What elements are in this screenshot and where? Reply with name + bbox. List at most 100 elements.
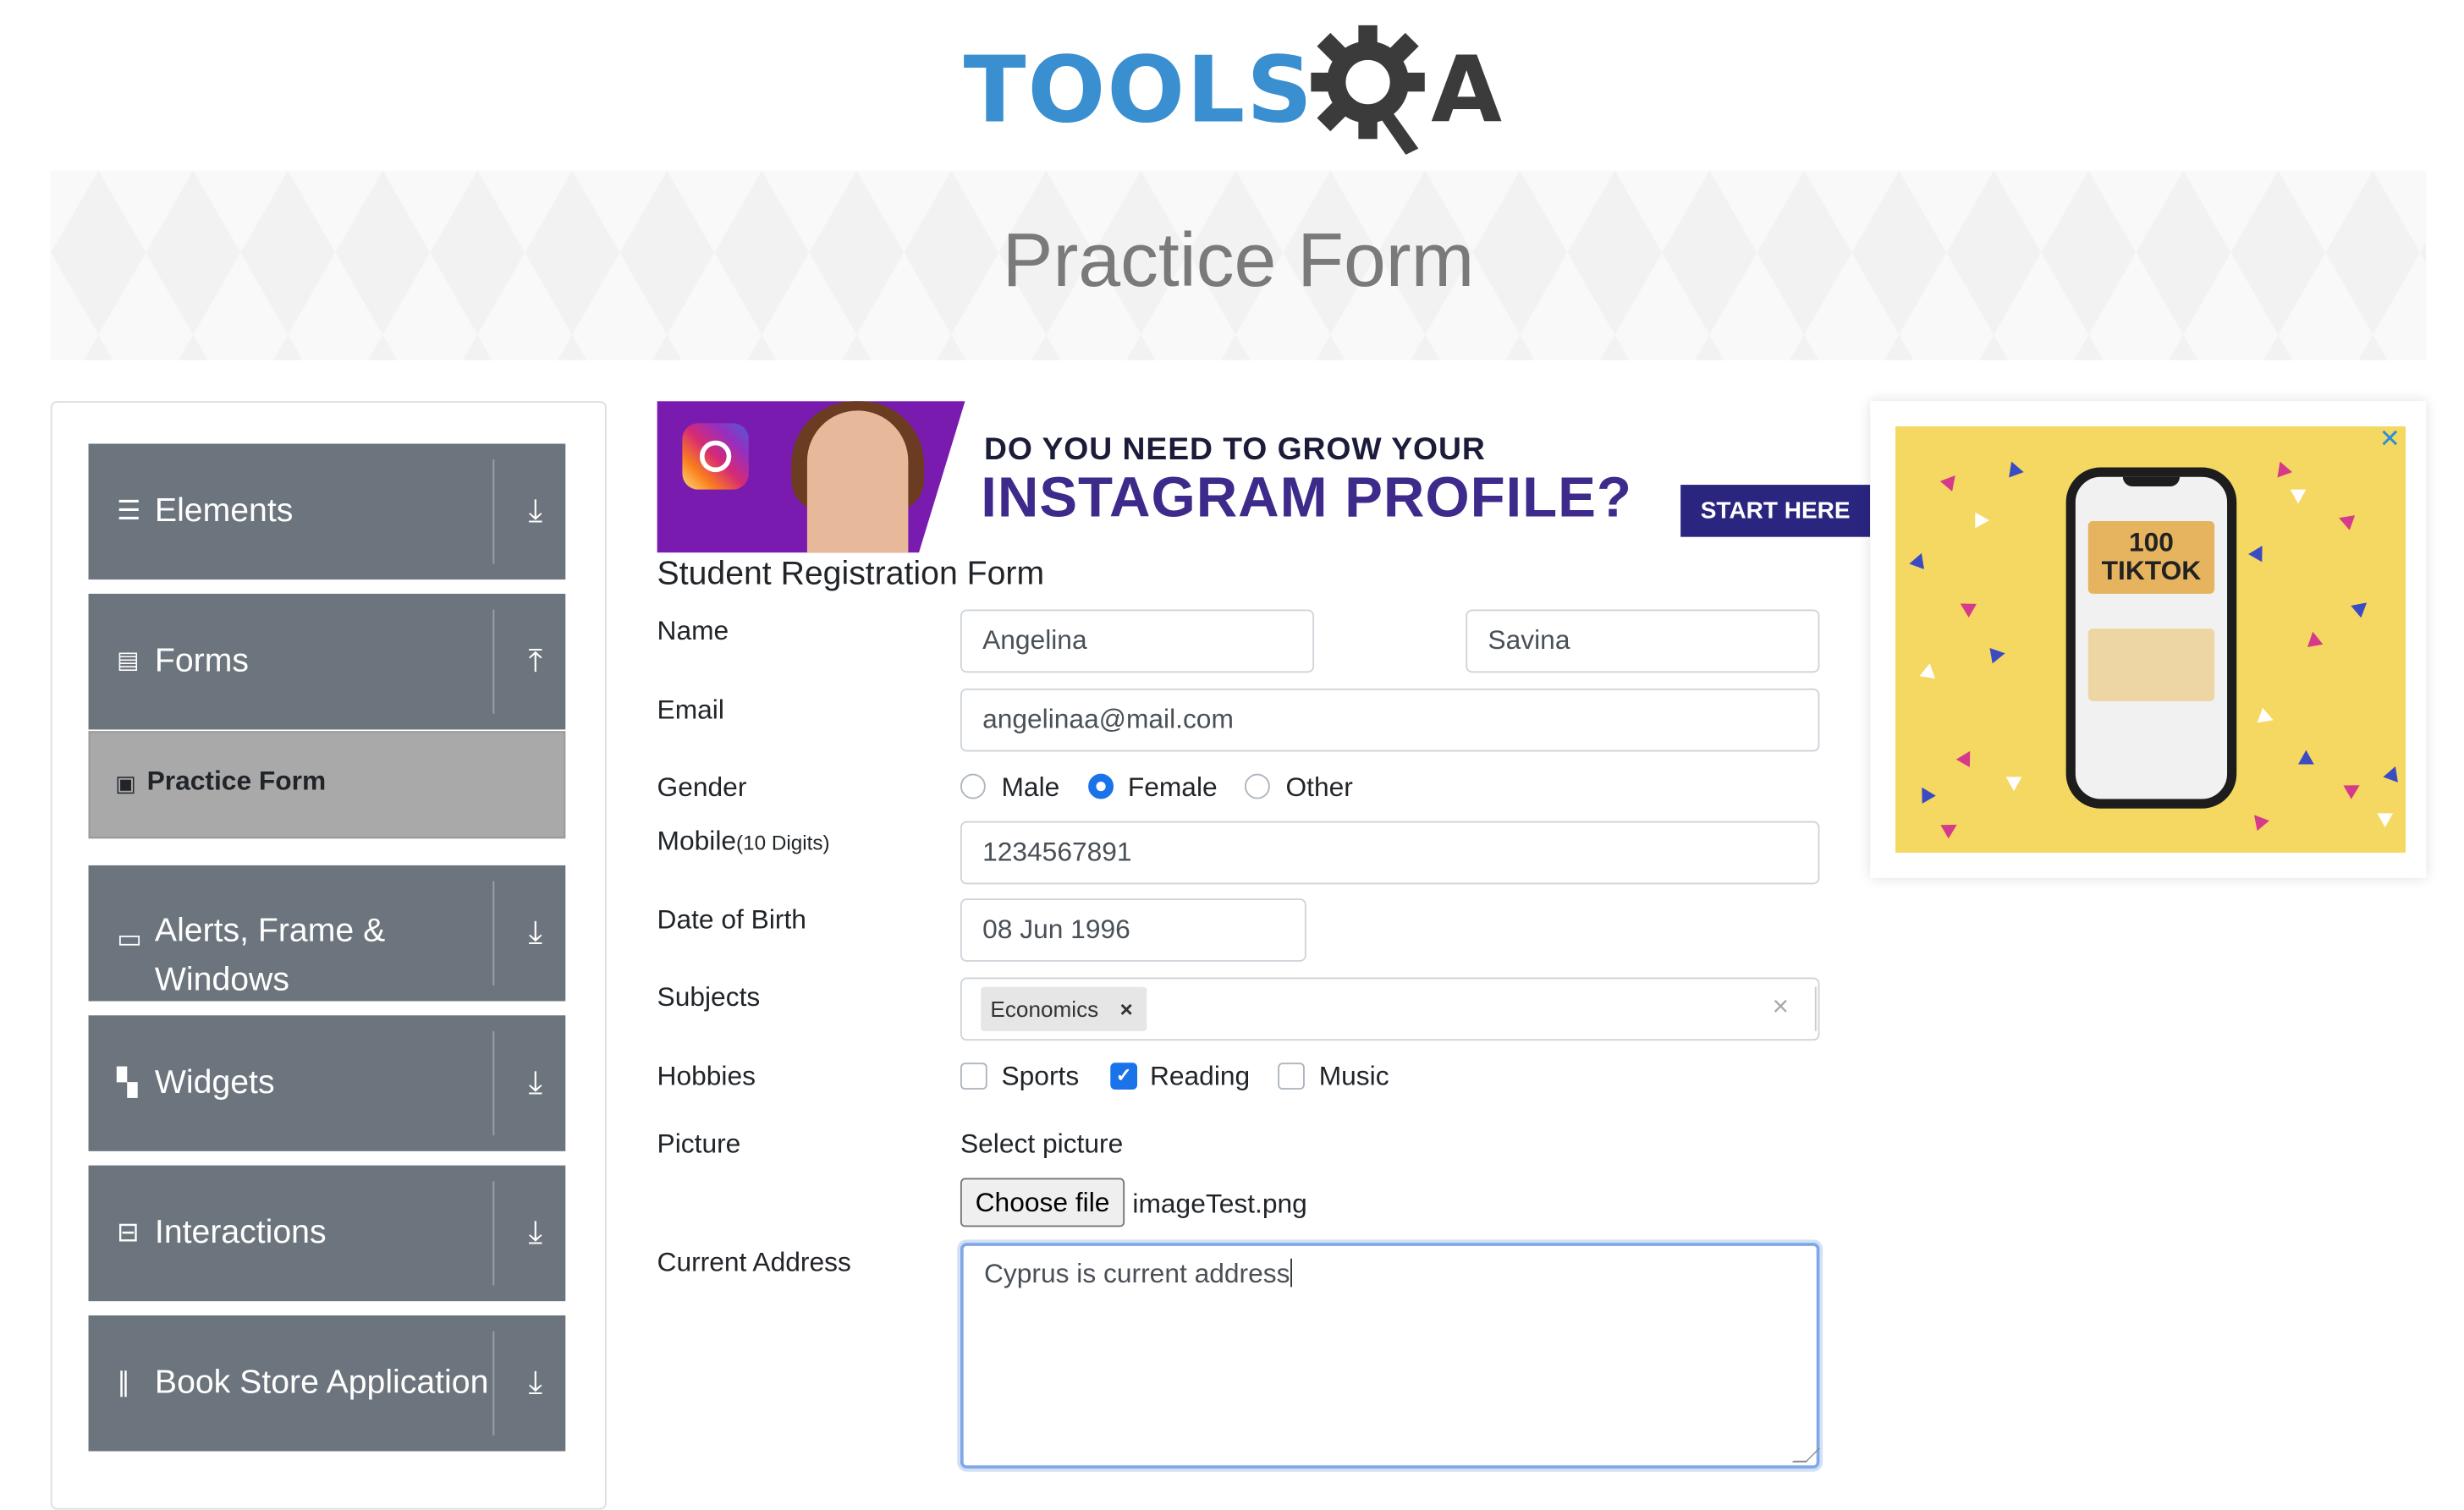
- ad-woman-face: [806, 410, 909, 553]
- address-label: Current Address: [657, 1247, 851, 1278]
- sidebar-item-forms[interactable]: ▤ Forms ⤒: [88, 593, 566, 730]
- close-icon[interactable]: ✕: [2376, 426, 2405, 455]
- divider: [1814, 986, 1817, 1031]
- sidebar: ☰ Elements ⤓ ▤ Forms ⤒ ▣ Practice Form ▭…: [50, 401, 607, 1510]
- choose-file-button[interactable]: Choose file: [960, 1178, 1125, 1227]
- logo-a-text: A: [1431, 36, 1504, 144]
- sidebar-item-book-store[interactable]: ∥ Book Store Application ⤓: [88, 1315, 566, 1452]
- email-label: Email: [657, 695, 724, 725]
- current-address-textarea[interactable]: Cyprus is current address: [960, 1243, 1821, 1469]
- phone-illustration: 100 TIKTOK: [2065, 467, 2237, 809]
- gender-male-radio[interactable]: [960, 773, 986, 799]
- ad-background: 100 TIKTOK: [1895, 426, 2406, 854]
- gender-female-label[interactable]: Female: [1128, 772, 1218, 804]
- sidebar-item-label: Alerts, Frame & Windows: [154, 912, 386, 998]
- confetti: [2343, 778, 2364, 799]
- divider: [492, 1181, 495, 1286]
- hamburger-icon: ☰: [117, 496, 141, 526]
- download-icon[interactable]: ⤓: [518, 916, 553, 951]
- download-icon[interactable]: ⤓: [518, 1216, 553, 1250]
- clear-icon[interactable]: ×: [1772, 990, 1789, 1023]
- gender-female-radio[interactable]: [1088, 773, 1114, 799]
- bookshelf-icon: ∥: [117, 1367, 131, 1398]
- resize-handle[interactable]: [1791, 1447, 1821, 1463]
- sidebar-item-label: Book Store Application: [154, 1364, 489, 1401]
- hobbies-label: Hobbies: [657, 1061, 756, 1091]
- gender-label: Gender: [657, 771, 747, 803]
- mobile-hint: (10 Digits): [736, 830, 830, 854]
- confetti: [1919, 662, 1938, 679]
- first-name-input[interactable]: Angelina: [960, 609, 1315, 673]
- sidebar-item-elements[interactable]: ☰ Elements ⤓: [88, 443, 566, 580]
- tiktok-ad[interactable]: 100 TIKTOK ✕: [1870, 401, 2427, 878]
- hobby-reading-checkbox[interactable]: ✓: [1110, 1062, 1138, 1090]
- gender-other-radio[interactable]: [1244, 773, 1270, 799]
- sidebar-item-interactions[interactable]: ⊟ Interactions ⤓: [88, 1165, 566, 1302]
- sidebar-item-label: Interactions: [154, 1214, 327, 1251]
- widgets-icon: ▚: [117, 1067, 138, 1098]
- sidebar-item-widgets[interactable]: ▚ Widgets ⤓: [88, 1015, 566, 1151]
- confetti: [1939, 469, 1961, 491]
- file-name: imageTest.png: [1132, 1189, 1307, 1220]
- divider: [492, 459, 495, 564]
- email-input[interactable]: angelinaa@mail.com: [960, 688, 1820, 752]
- interactions-icon: ⊟: [117, 1217, 140, 1248]
- confetti: [1915, 783, 1936, 804]
- document-icon: ▤: [117, 647, 140, 675]
- page-title: Practice Form: [1002, 219, 1475, 304]
- remove-tag-icon[interactable]: ×: [1119, 987, 1132, 1031]
- mobile-input[interactable]: 1234567891: [960, 821, 1820, 885]
- hobby-sports-label[interactable]: Sports: [1001, 1061, 1079, 1092]
- subjects-label: Subjects: [657, 982, 761, 1013]
- confetti: [2005, 777, 2022, 792]
- sidebar-item-label: Widgets: [154, 1064, 275, 1101]
- window-icon: ▭: [117, 924, 143, 954]
- confetti: [1989, 645, 2007, 664]
- confetti: [1940, 817, 1961, 839]
- ad-start-button[interactable]: START HERE: [1680, 485, 1871, 537]
- confetti: [1909, 550, 1929, 569]
- phone-card: [2087, 628, 2215, 701]
- hobby-music-label[interactable]: Music: [1319, 1061, 1389, 1092]
- sidebar-item-label: Forms: [154, 642, 250, 679]
- picture-label: Picture: [657, 1128, 741, 1160]
- select-picture-label: Select picture: [960, 1128, 1124, 1160]
- confetti: [1975, 512, 1990, 529]
- logo-tools-text: TOOLS: [963, 36, 1314, 144]
- download-icon[interactable]: ⤓: [518, 494, 553, 529]
- download-icon[interactable]: ⤓: [518, 1066, 553, 1101]
- dob-label: Date of Birth: [657, 904, 806, 936]
- gear-icon: [1311, 25, 1425, 155]
- mobile-label: Mobile(10 Digits): [657, 826, 830, 857]
- confetti: [2257, 707, 2276, 728]
- hobby-sports-checkbox[interactable]: [960, 1062, 987, 1090]
- hobby-music-checkbox[interactable]: [1278, 1062, 1305, 1090]
- text-caret: [1290, 1258, 1292, 1288]
- confetti: [2272, 458, 2293, 478]
- gender-male-label[interactable]: Male: [1001, 772, 1059, 804]
- divider: [492, 609, 495, 714]
- sidebar-item-alerts-frame-windows[interactable]: ▭ Alerts, Frame & Windows ⤓: [88, 865, 566, 1002]
- divider: [492, 1331, 495, 1436]
- form-icon: ▣: [115, 770, 136, 796]
- upload-icon[interactable]: ⤒: [518, 645, 553, 679]
- subject-tag: Economics ×: [981, 986, 1147, 1031]
- hobby-reading-label[interactable]: Reading: [1150, 1061, 1250, 1092]
- sidebar-subitem-practice-form[interactable]: ▣ Practice Form: [88, 731, 566, 839]
- toolsqa-logo[interactable]: TOOLS A: [964, 22, 1516, 158]
- mobile-label-text: Mobile: [657, 826, 737, 856]
- download-icon[interactable]: ⤓: [518, 1366, 553, 1401]
- gender-other-label[interactable]: Other: [1285, 772, 1352, 804]
- confetti: [2004, 458, 2024, 478]
- confetti: [1956, 596, 1977, 618]
- instagram-ad-banner[interactable]: DO YOU NEED TO GROW YOUR INSTAGRAM PROFI…: [657, 401, 1873, 553]
- instagram-icon: [682, 423, 749, 490]
- confetti: [1955, 747, 1977, 768]
- dob-input[interactable]: 08 Jun 1996: [960, 898, 1306, 962]
- last-name-input[interactable]: Savina: [1466, 609, 1820, 673]
- form-title: Student Registration Form: [657, 556, 1045, 593]
- confetti: [2298, 750, 2314, 765]
- confetti: [2290, 489, 2307, 504]
- confetti: [2248, 541, 2269, 563]
- confetti: [2351, 596, 2373, 618]
